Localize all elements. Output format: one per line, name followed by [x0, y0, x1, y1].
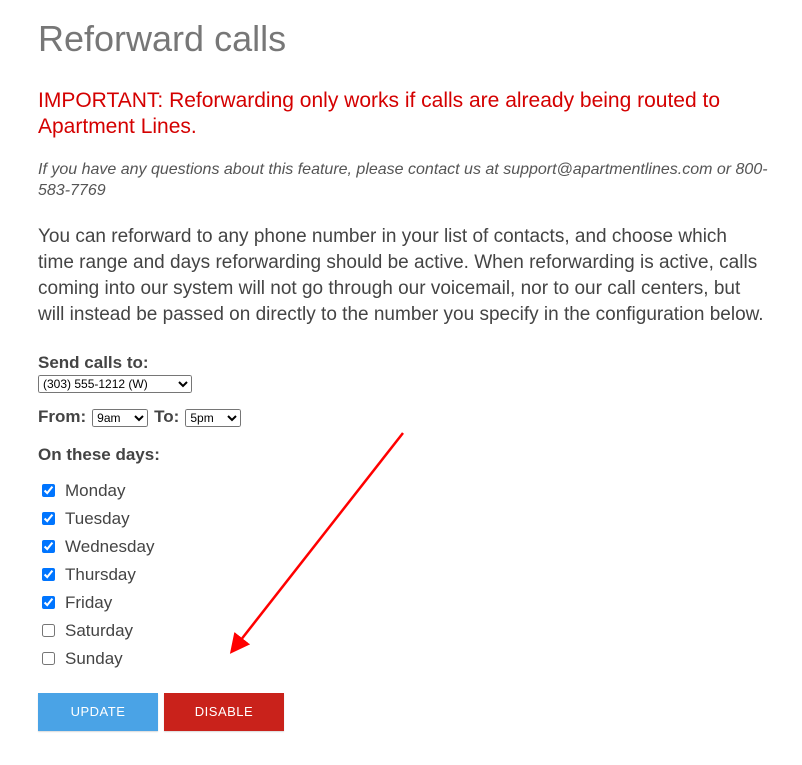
- page-title: Reforward calls: [38, 18, 768, 60]
- to-label: To:: [154, 407, 179, 427]
- day-checkbox-saturday[interactable]: [42, 624, 55, 637]
- day-row-tuesday: Tuesday: [42, 509, 768, 529]
- day-row-sunday: Sunday: [42, 649, 768, 669]
- day-label-tuesday: Tuesday: [65, 509, 130, 529]
- day-label-wednesday: Wednesday: [65, 537, 154, 557]
- day-row-wednesday: Wednesday: [42, 537, 768, 557]
- feature-description: You can reforward to any phone number in…: [38, 224, 768, 329]
- day-label-sunday: Sunday: [65, 649, 123, 669]
- from-time-select[interactable]: 9am: [92, 409, 148, 427]
- important-warning: IMPORTANT: Reforwarding only works if ca…: [38, 88, 768, 141]
- day-label-friday: Friday: [65, 593, 112, 613]
- phone-number-select[interactable]: (303) 555-1212 (W): [38, 375, 192, 393]
- day-label-saturday: Saturday: [65, 621, 133, 641]
- days-section-label: On these days:: [38, 445, 768, 465]
- day-row-monday: Monday: [42, 481, 768, 501]
- update-button[interactable]: UPDATE: [38, 693, 158, 731]
- disable-button[interactable]: DISABLE: [164, 693, 284, 731]
- days-list: Monday Tuesday Wednesday Thursday Friday…: [42, 481, 768, 669]
- to-time-select[interactable]: 5pm: [185, 409, 241, 427]
- day-label-thursday: Thursday: [65, 565, 136, 585]
- from-label: From:: [38, 407, 86, 427]
- day-checkbox-friday[interactable]: [42, 596, 55, 609]
- day-row-friday: Friday: [42, 593, 768, 613]
- day-row-saturday: Saturday: [42, 621, 768, 641]
- day-checkbox-tuesday[interactable]: [42, 512, 55, 525]
- day-checkbox-monday[interactable]: [42, 484, 55, 497]
- contact-info-note: If you have any questions about this fea…: [38, 159, 768, 202]
- day-checkbox-wednesday[interactable]: [42, 540, 55, 553]
- day-checkbox-thursday[interactable]: [42, 568, 55, 581]
- day-label-monday: Monday: [65, 481, 125, 501]
- day-checkbox-sunday[interactable]: [42, 652, 55, 665]
- day-row-thursday: Thursday: [42, 565, 768, 585]
- send-calls-to-label: Send calls to:: [38, 353, 768, 373]
